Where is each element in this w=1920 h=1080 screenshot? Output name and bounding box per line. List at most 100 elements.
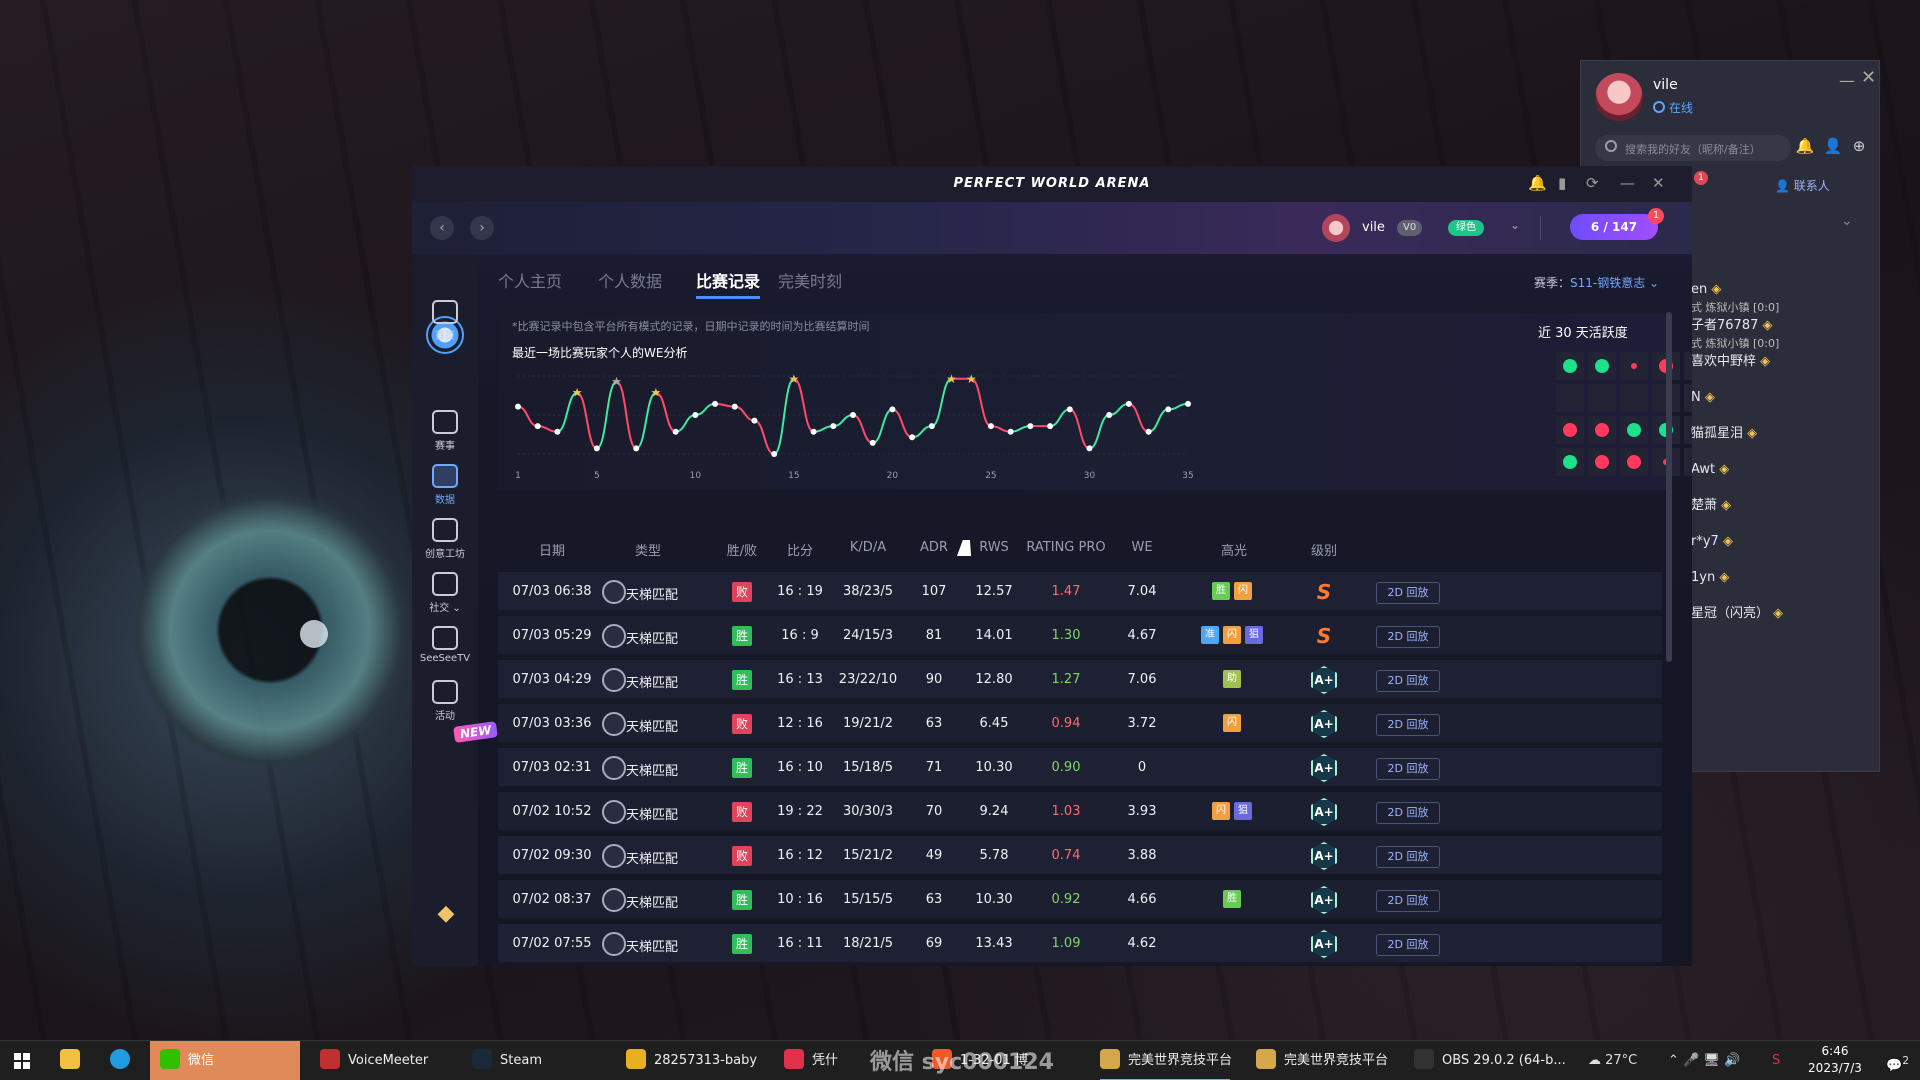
friend-panel-status[interactable]: 在线 xyxy=(1653,99,1693,116)
sidebar-item-3[interactable]: 数据 xyxy=(412,464,478,506)
highlight-badge[interactable]: 胜 xyxy=(1212,582,1230,600)
activity-day-cell[interactable] xyxy=(1620,352,1648,380)
sidebar-item-4[interactable]: 创意工坊 xyxy=(412,518,478,560)
column-header[interactable]: 级别 xyxy=(1311,540,1337,559)
activity-day-cell[interactable] xyxy=(1588,352,1616,380)
replay-2d-button[interactable]: 2D 回放 xyxy=(1376,802,1440,824)
activity-day-cell[interactable] xyxy=(1588,448,1616,476)
bell-icon[interactable]: 🔔 xyxy=(1795,137,1815,157)
taskbar-app[interactable]: VoiceMeeter xyxy=(310,1041,458,1080)
stats-icon[interactable]: ▮ xyxy=(1558,174,1566,192)
column-header[interactable]: ADR xyxy=(920,540,948,555)
replay-2d-button[interactable]: 2D 回放 xyxy=(1376,758,1440,780)
table-row[interactable]: 07/03 03:36 天梯匹配 败 12 : 16 19/21/2 63 6.45 0.94… xyxy=(498,704,1662,744)
taskbar-app[interactable]: Steam xyxy=(462,1041,612,1080)
activity-day-cell[interactable] xyxy=(1684,384,1692,412)
tab-4[interactable]: 完美时刻 xyxy=(778,268,842,292)
replay-2d-button[interactable]: 2D 回放 xyxy=(1376,934,1440,956)
activity-day-cell[interactable] xyxy=(1620,416,1648,444)
table-row[interactable]: 07/03 02:31 天梯匹配 胜 16 : 10 15/18/5 71 10.30 0.9… xyxy=(498,748,1662,788)
settings-icon[interactable]: ⟳ xyxy=(1586,174,1599,192)
activity-day-cell[interactable] xyxy=(1588,416,1616,444)
taskbar-app[interactable]: 完美世界竞技平台 xyxy=(1090,1041,1240,1080)
weather-icon[interactable]: ☁ 27°C xyxy=(1588,1041,1637,1080)
zoom-icon[interactable]: ⊕ xyxy=(1849,137,1869,157)
friend-panel-avatar[interactable] xyxy=(1595,73,1643,121)
taskbar-app[interactable]: 微信 xyxy=(150,1041,300,1080)
highlight-badge[interactable]: 助 xyxy=(1223,670,1241,688)
contacts-tab[interactable]: 联系人 xyxy=(1775,177,1830,194)
highlight-badge[interactable]: 准 xyxy=(1201,626,1219,644)
header-username[interactable]: vile xyxy=(1362,220,1385,235)
replay-2d-button[interactable]: 2D 回放 xyxy=(1376,714,1440,736)
sidebar-item-2[interactable]: 赛事 xyxy=(412,410,478,452)
activity-day-cell[interactable] xyxy=(1684,448,1692,476)
friend-list-item[interactable]: Awt ◈ xyxy=(1691,461,1871,497)
avatar[interactable] xyxy=(1322,214,1350,242)
season-selector[interactable]: 赛季：S11-钢铁意志 ⌄ xyxy=(1534,274,1659,291)
activity-day-cell[interactable] xyxy=(1556,384,1584,412)
friend-list-item[interactable]: 1yn ◈ xyxy=(1691,569,1871,605)
highlight-badge[interactable]: 闪 xyxy=(1212,802,1230,820)
add-friend-icon[interactable]: 👤 xyxy=(1823,137,1843,157)
column-header[interactable]: 比分 xyxy=(787,540,813,559)
table-row[interactable]: 07/03 05:29 天梯匹配 胜 16 : 9 24/15/3 81 14.01 1.30… xyxy=(498,616,1662,656)
back-button[interactable]: ‹ xyxy=(430,216,454,240)
tray-app-icon[interactable]: S xyxy=(1772,1041,1780,1080)
taskbar-app[interactable]: OBS 29.0.2 (64-b... xyxy=(1404,1041,1574,1080)
replay-2d-button[interactable]: 2D 回放 xyxy=(1376,670,1440,692)
chevron-down-icon[interactable]: ⌄ xyxy=(1510,218,1520,232)
edge-icon[interactable] xyxy=(110,1041,140,1080)
table-row[interactable]: 07/02 10:52 天梯匹配 败 19 : 22 30/30/3 70 9.24 1.03… xyxy=(498,792,1662,832)
friend-list-item[interactable]: 喜欢中野梓 ◈ xyxy=(1691,353,1871,389)
friend-list-item[interactable]: en ◈ 式 炼狱小镇 [0:0] xyxy=(1691,281,1871,317)
friend-list-item[interactable]: 楚萧 ◈ xyxy=(1691,497,1871,533)
column-header[interactable]: 高光 xyxy=(1221,540,1247,559)
replay-2d-button[interactable]: 2D 回放 xyxy=(1376,846,1440,868)
file-explorer-icon[interactable] xyxy=(60,1041,90,1080)
highlight-badge[interactable]: 闪 xyxy=(1223,626,1241,644)
column-header[interactable]: 胜/败 xyxy=(727,540,757,559)
windows-start-icon[interactable] xyxy=(14,1053,30,1069)
friend-list-item[interactable]: 猫孤星泪 ◈ xyxy=(1691,425,1871,461)
close-icon[interactable]: ✕ xyxy=(1652,174,1665,192)
notification-icon[interactable]: 💬2 xyxy=(1886,1041,1909,1080)
friends-online-button[interactable]: 6 / 147 xyxy=(1570,214,1658,240)
highlight-badge[interactable]: 狙 xyxy=(1245,626,1263,644)
table-row[interactable]: 07/03 04:29 天梯匹配 胜 16 : 13 23/22/10 90 12.80 1.… xyxy=(498,660,1662,700)
column-header[interactable]: RATING PRO xyxy=(1026,540,1105,555)
bell-icon[interactable]: 🔔 xyxy=(1528,174,1547,192)
close-icon[interactable]: ✕ xyxy=(1861,67,1876,88)
tab-3[interactable]: 比赛记录 xyxy=(696,268,761,299)
scrollbar[interactable] xyxy=(1666,312,1672,662)
table-row[interactable]: 07/02 09:30 天梯匹配 败 16 : 12 15/21/2 49 5.78 0.74… xyxy=(498,836,1662,876)
friend-list-item[interactable]: N ◈ xyxy=(1691,389,1871,425)
activity-day-cell[interactable] xyxy=(1556,352,1584,380)
friend-list-item[interactable]: r*y7 ◈ xyxy=(1691,533,1871,569)
highlight-badge[interactable]: 狙 xyxy=(1234,802,1252,820)
table-row[interactable]: 07/02 08:37 天梯匹配 胜 10 : 16 15/15/5 63 10.30 0.9… xyxy=(498,880,1662,920)
activity-day-cell[interactable] xyxy=(1556,416,1584,444)
activity-day-cell[interactable] xyxy=(1588,384,1616,412)
diamond-icon[interactable]: ◆ xyxy=(432,901,460,926)
column-header[interactable]: 类型 xyxy=(635,540,661,559)
friend-search-input[interactable]: 搜索我的好友（昵称/备注） xyxy=(1595,135,1791,161)
chevron-down-icon[interactable]: ⌄ xyxy=(1841,213,1853,229)
taskbar-app[interactable]: 28257313-baby xyxy=(616,1041,768,1080)
highlight-badge[interactable]: 胜 xyxy=(1223,890,1241,908)
replay-2d-button[interactable]: 2D 回放 xyxy=(1376,890,1440,912)
activity-day-cell[interactable] xyxy=(1620,384,1648,412)
column-header[interactable]: WE xyxy=(1131,540,1152,555)
highlight-badge[interactable]: 闪 xyxy=(1223,714,1241,732)
column-header[interactable]: RWS xyxy=(979,540,1009,555)
column-header[interactable]: K/D/A xyxy=(850,540,886,555)
tray-icons[interactable]: ⌃ 🎤 🖥 🔊 xyxy=(1668,1041,1740,1080)
table-row[interactable]: 07/02 07:55 天梯匹配 胜 16 : 11 18/21/5 69 13.43 1.0… xyxy=(498,924,1662,964)
system-clock[interactable]: 6:46 2023/7/3 xyxy=(1800,1043,1870,1077)
tab-1[interactable]: 个人主页 xyxy=(498,268,562,292)
replay-2d-button[interactable]: 2D 回放 xyxy=(1376,582,1440,604)
sidebar-item-7[interactable]: 活动 xyxy=(412,680,478,722)
activity-day-cell[interactable] xyxy=(1620,448,1648,476)
activity-day-cell[interactable] xyxy=(1684,352,1692,380)
taskbar-app[interactable]: 完美世界竞技平台 xyxy=(1246,1041,1396,1080)
